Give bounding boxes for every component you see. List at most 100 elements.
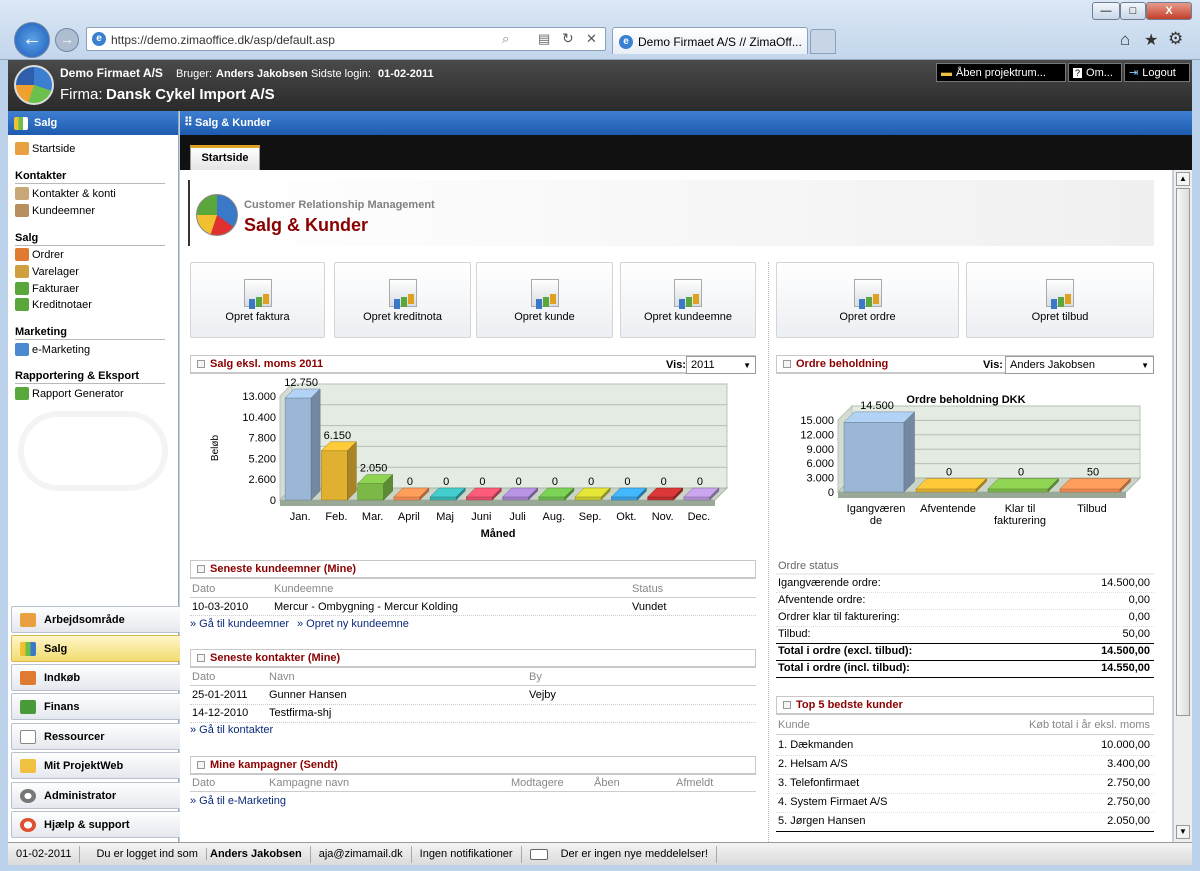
chart-floor-edge <box>280 500 715 506</box>
table-row[interactable]: 4. System Firmaet A/S 2.750,00 <box>776 794 1154 813</box>
sidebar-item-emarketing[interactable]: e-Marketing <box>15 343 90 356</box>
y-tick-label: 5.200 <box>248 453 276 465</box>
x-tick-label: fakturering <box>994 515 1046 527</box>
create-order-tile[interactable]: Opret ordre <box>776 262 959 338</box>
contacts-col-header: Dato Navn By <box>190 670 756 686</box>
sidebar-item-varelager[interactable]: Varelager <box>15 265 79 278</box>
create-quote-tile[interactable]: Opret tilbud <box>966 262 1154 338</box>
firma-label: Firma: <box>60 86 103 103</box>
status-notifications[interactable]: Ingen notifikationer <box>412 845 522 863</box>
sidebar-item-rapport-generator[interactable]: Rapport Generator <box>15 387 124 400</box>
module-finans[interactable]: Finans <box>11 693 183 720</box>
y-tick-label: 2.600 <box>248 474 276 486</box>
collapse-checkbox[interactable] <box>197 761 205 769</box>
sidebar-item-kontakter[interactable]: Kontakter & konti <box>15 187 116 200</box>
create-invoice-tile[interactable]: Opret faktura <box>190 262 325 338</box>
table-row[interactable]: 2. Helsam A/S 3.400,00 <box>776 756 1154 775</box>
refresh-icon[interactable]: ↻ <box>562 30 574 47</box>
table-row: Ordrer klar til fakturering: 0,00 <box>776 610 1154 627</box>
table-row[interactable]: 14-12-2010 Testfirma-shj <box>190 706 756 723</box>
customer: 3. Telefonfirmaet <box>778 777 860 789</box>
minimize-button[interactable]: — <box>1092 2 1120 20</box>
x-tick-label: Afventende <box>920 503 976 515</box>
new-lead-link[interactable]: » Opret ny kundeemne <box>297 618 409 630</box>
x-tick-label: Aug. <box>543 511 566 523</box>
create-customer-tile[interactable]: Opret kunde <box>476 262 613 338</box>
sidebar-header: Salg <box>8 111 178 135</box>
sidebar-item-fakturaer[interactable]: Fakturaer <box>15 282 79 295</box>
home-icon[interactable]: ⌂ <box>1120 30 1130 50</box>
collapse-checkbox[interactable] <box>197 565 205 573</box>
table-row[interactable]: 5. Jørgen Hansen 2.050,00 <box>776 813 1154 832</box>
x-tick-label: Nov. <box>652 511 674 523</box>
module-indkob[interactable]: Indkøb <box>11 664 183 691</box>
x-tick-label: Klar til <box>1005 503 1036 515</box>
ie-page-icon: e <box>92 32 106 46</box>
status-email[interactable]: aja@zimamail.dk <box>311 845 412 863</box>
goto-contacts-link[interactable]: » Gå til kontakter <box>190 724 273 736</box>
x-tick-label: Juni <box>471 511 491 523</box>
compat-view-icon[interactable]: ▤ <box>538 31 550 47</box>
y-tick-label: 10.400 <box>242 412 276 424</box>
favorites-star-icon[interactable]: ★ <box>1144 30 1158 50</box>
logout-button[interactable]: ⇥ Logout <box>1124 63 1190 82</box>
table-row[interactable]: 1. Dækmanden 10.000,00 <box>776 737 1154 756</box>
sidebar-item-ordrer[interactable]: Ordrer <box>15 248 64 261</box>
create-lead-tile[interactable]: Opret kundeemne <box>620 262 756 338</box>
x-tick-label: Okt. <box>616 511 636 523</box>
scroll-thumb[interactable] <box>1176 188 1190 716</box>
close-window-button[interactable]: X <box>1146 2 1192 20</box>
module-hjaelp-support[interactable]: Hjælp & support <box>11 811 183 838</box>
x-tick-label: Tilbud <box>1077 503 1107 515</box>
table-row[interactable]: 10-03-2010 Mercur - Ombygning - Mercur K… <box>190 600 756 616</box>
module-ressourcer[interactable]: Ressourcer <box>11 723 183 750</box>
data-label: 6.150 <box>324 430 352 442</box>
scroll-down-arrow-icon[interactable]: ▼ <box>1176 825 1190 839</box>
sidebar-item-kundeemner[interactable]: Kundeemner <box>15 204 95 217</box>
about-button[interactable]: ? Om... <box>1068 63 1122 82</box>
module-mit-projektweb[interactable]: Mit ProjektWeb <box>11 752 183 779</box>
collapse-checkbox[interactable] <box>197 654 205 662</box>
tools-gear-icon[interactable]: ⚙ <box>1168 29 1183 49</box>
status-login: Du er logget ind som Anders Jakobsen <box>80 845 311 863</box>
back-arrow-icon[interactable]: ← <box>14 22 50 58</box>
order-chart-icon <box>853 279 882 307</box>
x-tick-label: Dec. <box>688 511 711 523</box>
gear-icon <box>20 788 36 803</box>
quote-chart-icon <box>1046 279 1074 307</box>
status-messages[interactable]: Der er ingen nye meddelelser! <box>522 845 725 863</box>
open-projectroom-button[interactable]: ▬ Åben projektrum... <box>936 63 1066 82</box>
stop-icon[interactable]: ✕ <box>586 31 597 47</box>
forward-arrow-icon[interactable]: → <box>55 28 79 52</box>
address-bar[interactable]: e https://demo.zimaoffice.dk/asp/default… <box>86 27 606 51</box>
sidebar-item-startside[interactable]: Startside <box>15 142 75 155</box>
year-select[interactable]: 2011 <box>686 356 756 374</box>
scroll-up-arrow-icon[interactable]: ▲ <box>1176 172 1190 186</box>
collapse-checkbox[interactable] <box>197 360 205 368</box>
goto-leads-link[interactable]: » Gå til kundeemner <box>190 618 289 630</box>
collapse-checkbox[interactable] <box>783 360 791 368</box>
maximize-button[interactable]: □ <box>1120 2 1146 20</box>
col-dato: Dato <box>192 777 216 789</box>
module-administrator[interactable]: Administrator <box>11 782 183 809</box>
browser-tab[interactable]: e Demo Firmaet A/S // ZimaOff... <box>612 27 808 54</box>
chart-title: Ordre beholdning DKK <box>906 394 1025 406</box>
data-label: 0 <box>624 476 630 488</box>
search-icon[interactable]: ⌕ <box>502 31 509 47</box>
label: Ordrer klar til fakturering: <box>778 611 900 623</box>
goto-emarketing-link[interactable]: » Gå til e-Marketing <box>190 795 286 807</box>
create-creditnote-tile[interactable]: Opret kreditnota <box>334 262 471 338</box>
vertical-scrollbar[interactable]: ▲ ▼ <box>1173 170 1192 842</box>
table-row[interactable]: 25-01-2011 Gunner Hansen Vejby <box>190 688 756 705</box>
module-arbejdsomraade[interactable]: Arbejdsområde <box>11 606 183 633</box>
data-label: 0 <box>407 476 413 488</box>
module-salg[interactable]: Salg <box>11 635 183 662</box>
collapse-checkbox[interactable] <box>783 701 791 709</box>
sidebar-item-kreditnotaer[interactable]: Kreditnotaer <box>15 298 92 311</box>
tab-startside[interactable]: Startside <box>190 145 260 170</box>
new-tab-button[interactable] <box>810 29 836 54</box>
table-row[interactable]: 3. Telefonfirmaet 2.750,00 <box>776 775 1154 794</box>
amount: 10.000,00 <box>1101 739 1150 751</box>
app-header: Demo Firmaet A/S Bruger: Anders Jakobsen… <box>8 60 1192 111</box>
user-select[interactable]: Anders Jakobsen <box>1005 356 1154 374</box>
